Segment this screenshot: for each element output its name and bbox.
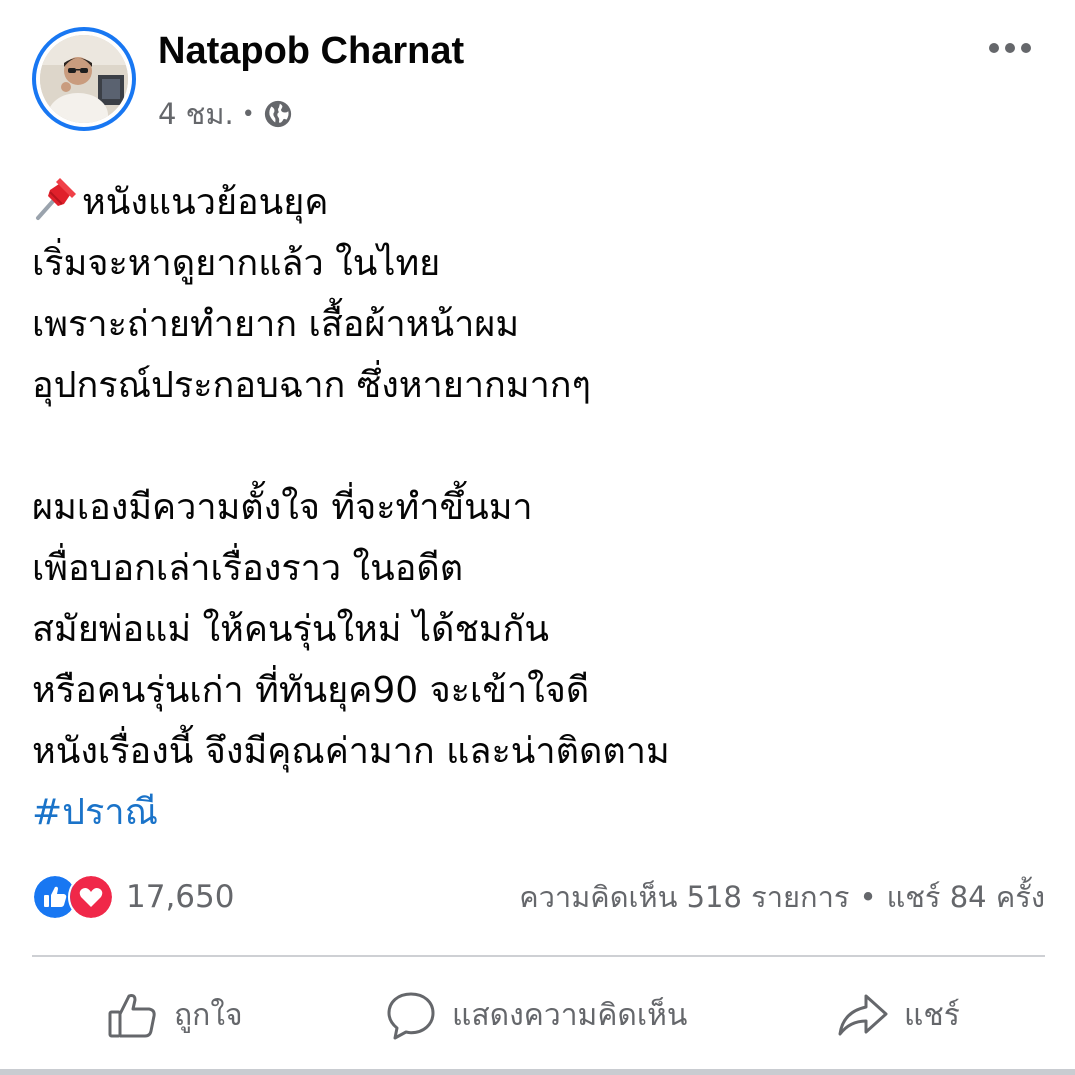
share-label: แชร์ bbox=[904, 997, 960, 1033]
meta-separator: • bbox=[241, 101, 255, 127]
post-line-text: หนังแนวย้อนยุค bbox=[82, 182, 329, 223]
post-line: หนังเรื่องนี้ จึงมีคุณค่ามาก และน่าติดตา… bbox=[32, 731, 670, 772]
author-name[interactable]: Natapob Charnat bbox=[158, 28, 464, 74]
reaction-summary[interactable]: 17,650 bbox=[32, 874, 234, 920]
globe-icon[interactable] bbox=[263, 99, 293, 129]
like-button[interactable]: ถูกใจ bbox=[106, 972, 243, 1058]
post-meta: 4 ชม. • bbox=[158, 92, 293, 136]
comment-icon bbox=[387, 992, 435, 1040]
love-icon bbox=[68, 874, 114, 920]
post-line: เพราะถ่ายทำยาก เสื้อผ้าหน้าผม bbox=[32, 304, 520, 345]
thumbs-up-icon bbox=[108, 994, 156, 1038]
post-time[interactable]: 4 ชม. bbox=[158, 91, 234, 137]
more-options-button[interactable] bbox=[978, 28, 1042, 68]
comment-label: แสดงความคิดเห็น bbox=[452, 997, 688, 1033]
avatar-photo bbox=[40, 35, 128, 123]
divider bbox=[32, 955, 1045, 957]
post-line: ผมเองมีความตั้งใจ ที่จะทำขึ้นมา bbox=[32, 487, 533, 528]
share-arrow-icon bbox=[838, 994, 888, 1036]
like-label: ถูกใจ bbox=[174, 997, 243, 1033]
comment-button[interactable]: แสดงความคิดเห็น bbox=[384, 972, 687, 1058]
share-count-link[interactable]: แชร์ 84 ครั้ง bbox=[887, 874, 1045, 920]
post-line: หรือคนรุ่นเก่า ที่ทันยุค90 จะเข้าใจดี bbox=[32, 670, 590, 711]
hashtag-line: #ปราณี bbox=[32, 782, 1042, 843]
post-line: เพื่อบอกเล่าเรื่องราว ในอดีต bbox=[32, 548, 464, 589]
comment-count-link[interactable]: ความคิดเห็น 518 รายการ bbox=[519, 874, 849, 920]
post-text: หนังแนวย้อนยุค เริ่มจะหาดูยากแล้ว ในไทย … bbox=[32, 172, 1042, 843]
facebook-post: Natapob Charnat 4 ชม. • หนังแนวย้อนยุค เ… bbox=[0, 0, 1075, 1075]
avatar[interactable] bbox=[32, 27, 136, 131]
post-line: เริ่มจะหาดูยากแล้ว ในไทย bbox=[32, 243, 441, 284]
post-line: อุปกรณ์ประกอบฉาก ซึ่งหายากมากๆ bbox=[32, 365, 591, 406]
share-button[interactable]: แชร์ bbox=[836, 972, 960, 1058]
avatar-image bbox=[40, 35, 128, 123]
more-icon bbox=[989, 43, 1031, 53]
action-bar: ถูกใจ แสดงความคิดเห็น แชร์ bbox=[32, 972, 1045, 1058]
bottom-separator bbox=[0, 1069, 1075, 1075]
reaction-count: 17,650 bbox=[126, 879, 235, 915]
pushpin-icon bbox=[36, 178, 76, 220]
post-stats: ความคิดเห็น 518 รายการ • แชร์ 84 ครั้ง bbox=[519, 874, 1045, 920]
post-line: สมัยพ่อแม่ ให้คนรุ่นใหม่ ได้ชมกัน bbox=[32, 609, 550, 650]
post-line: หนังแนวย้อนยุค bbox=[32, 172, 1042, 233]
stats-separator: • bbox=[859, 880, 877, 914]
hashtag-link[interactable]: #ปราณี bbox=[32, 792, 158, 833]
